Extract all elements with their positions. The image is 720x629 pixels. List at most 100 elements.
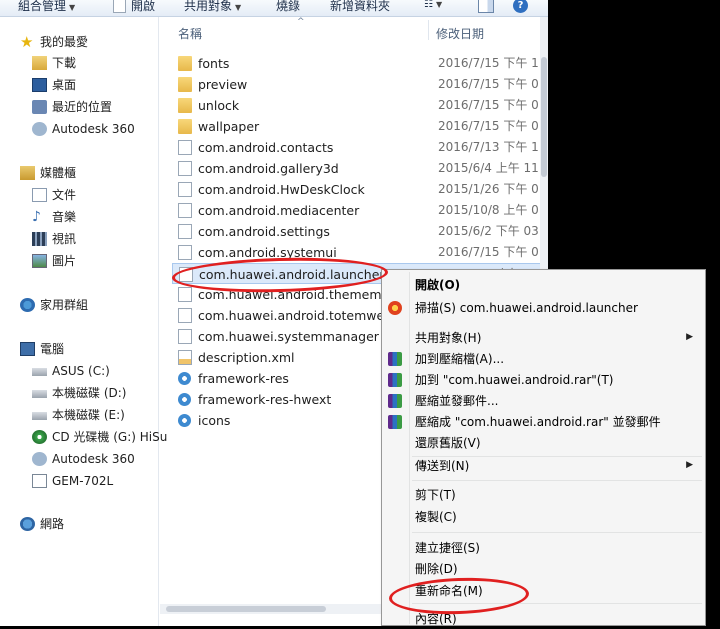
downloads-icon	[32, 56, 47, 70]
file-row[interactable]: com.android.systemui 2016/7/15 下午 0...	[172, 242, 548, 263]
file-icon	[178, 140, 192, 155]
resource-file-icon	[178, 414, 191, 427]
cd-drive-icon	[32, 430, 47, 444]
folder-icon	[178, 56, 192, 71]
menu-item-open[interactable]: 開啟(O)	[415, 275, 460, 295]
file-row[interactable]: com.android.contacts 2016/7/13 下午 1...	[172, 137, 548, 158]
file-name: com.android.HwDeskClock	[198, 182, 365, 197]
file-row[interactable]: unlock 2016/7/15 下午 0...	[172, 95, 548, 116]
file-icon	[178, 203, 192, 218]
nav-item-label: ASUS (C:)	[52, 364, 110, 378]
chevron-down-icon: ▼	[435, 0, 443, 9]
file-name: framework-res-hwext	[198, 392, 332, 407]
file-icon	[178, 308, 192, 323]
computer-icon	[20, 342, 35, 356]
file-name: com.android.mediacenter	[198, 203, 360, 218]
menu-item-add-to-archive[interactable]: 加到壓縮檔(A)...	[415, 349, 504, 369]
menu-item-delete[interactable]: 刪除(D)	[415, 559, 458, 579]
device-icon	[32, 474, 47, 488]
view-list-icon: ☷	[424, 0, 433, 10]
column-divider[interactable]	[428, 20, 429, 40]
share-with-button[interactable]: 共用對象 ▼	[184, 0, 241, 14]
nav-item-label: 本機磁碟 (D:)	[52, 386, 127, 400]
folder-icon	[178, 77, 192, 92]
file-row[interactable]: com.android.HwDeskClock 2015/1/26 下午 0..…	[172, 179, 548, 200]
menu-item-send-to[interactable]: 傳送到(N)	[415, 456, 469, 476]
file-name: com.huawei.systemmanager	[198, 329, 379, 344]
share-with-label: 共用對象	[184, 0, 233, 13]
nav-network-label: 網路	[40, 517, 65, 531]
chevron-down-icon: ▼	[235, 3, 242, 12]
file-name: preview	[198, 77, 248, 92]
open-button[interactable]: 開啟	[131, 0, 155, 14]
scrollbar-thumb[interactable]	[541, 57, 547, 177]
open-file-icon	[113, 0, 126, 13]
organize-button[interactable]: 組合管理 ▼	[18, 0, 75, 14]
preview-pane-button[interactable]	[478, 0, 494, 13]
new-folder-button[interactable]: 新增資料夾	[330, 0, 390, 14]
file-name: fonts	[198, 56, 230, 71]
file-row[interactable]: wallpaper 2016/7/15 下午 0...	[172, 116, 548, 137]
file-name: framework-res	[198, 371, 289, 386]
nav-item-label: 圖片	[52, 254, 77, 268]
file-date: 2015/6/2 下午 03...	[438, 224, 548, 238]
nav-item-label: CD 光碟機 (G:) HiSu	[52, 430, 168, 444]
scrollbar-thumb[interactable]	[166, 606, 326, 612]
menu-icon-gutter	[409, 272, 410, 624]
file-date: 2016/7/15 下午 0...	[438, 98, 548, 112]
hard-drive-icon	[32, 368, 47, 376]
file-date: 2016/7/15 下午 0...	[438, 77, 548, 91]
nav-computer-label: 電腦	[40, 342, 65, 356]
pictures-icon	[32, 254, 47, 268]
file-date: 2016/7/15 下午 0...	[438, 245, 548, 259]
menu-item-compress-and-email[interactable]: 壓縮並發郵件...	[415, 391, 498, 411]
file-row[interactable]: com.android.settings 2015/6/2 下午 03...	[172, 221, 548, 242]
menu-item-share-with[interactable]: 共用對象(H)	[415, 328, 481, 348]
file-row[interactable]: com.android.mediacenter 2015/10/8 上午 0..…	[172, 200, 548, 221]
file-date: 2015/1/26 下午 0...	[438, 182, 548, 196]
menu-item-cut[interactable]: 剪下(T)	[415, 485, 456, 505]
chevron-down-icon: ▼	[69, 3, 76, 12]
menu-item-scan[interactable]: 掃描(S) com.huawei.android.launcher	[415, 298, 638, 318]
nav-item-label: 最近的位置	[52, 100, 113, 114]
recent-places-icon	[32, 100, 47, 114]
homegroup-icon	[20, 298, 35, 312]
cloud-drive-icon	[32, 452, 47, 466]
file-icon	[178, 161, 192, 176]
help-icon[interactable]: ?	[513, 0, 528, 13]
menu-item-restore-previous-versions[interactable]: 還原舊版(V)	[415, 433, 481, 453]
hard-drive-icon	[32, 412, 47, 420]
column-header-name[interactable]: 名稱	[178, 25, 202, 42]
menu-item-copy[interactable]: 複製(C)	[415, 507, 457, 527]
menu-separator	[412, 532, 702, 533]
xml-file-icon	[178, 350, 192, 365]
menu-item-add-to-rar[interactable]: 加到 "com.huawei.android.rar"(T)	[415, 370, 613, 390]
winrar-icon	[388, 415, 402, 429]
desktop-icon	[32, 78, 47, 92]
file-icon	[178, 224, 192, 239]
menu-item-create-shortcut[interactable]: 建立捷徑(S)	[415, 538, 480, 558]
file-name: com.android.gallery3d	[198, 161, 339, 176]
burn-button[interactable]: 燒錄	[276, 0, 300, 14]
network-icon	[20, 517, 35, 531]
menu-separator	[412, 480, 702, 481]
nav-homegroup-label: 家用群組	[40, 298, 89, 312]
winrar-icon	[388, 352, 402, 366]
file-name: com.android.contacts	[198, 140, 334, 155]
sort-ascending-icon: ^	[297, 17, 305, 27]
nav-item-label: 視訊	[52, 232, 77, 246]
command-bar: 組合管理 ▼ 開啟 共用對象 ▼ 燒錄 新增資料夾 ☷ ▼ ?	[0, 0, 548, 17]
nav-item-label: 文件	[52, 188, 77, 202]
resource-file-icon	[178, 372, 191, 385]
view-options-button[interactable]: ☷ ▼	[424, 0, 442, 10]
file-row[interactable]: fonts 2016/7/15 下午 1...	[172, 53, 548, 74]
file-row[interactable]: preview 2016/7/15 下午 0...	[172, 74, 548, 95]
nav-item-label: 音樂	[52, 210, 77, 224]
file-row[interactable]: com.android.gallery3d 2015/6/4 上午 11...	[172, 158, 548, 179]
nav-item-label: 本機磁碟 (E:)	[52, 408, 125, 422]
column-header-date-modified[interactable]: 修改日期	[436, 25, 484, 42]
nav-item-label: 下載	[52, 56, 77, 70]
hard-drive-icon	[32, 390, 47, 398]
winrar-icon	[388, 373, 402, 387]
menu-item-compress-rar-and-email[interactable]: 壓縮成 "com.huawei.android.rar" 並發郵件	[415, 412, 661, 432]
